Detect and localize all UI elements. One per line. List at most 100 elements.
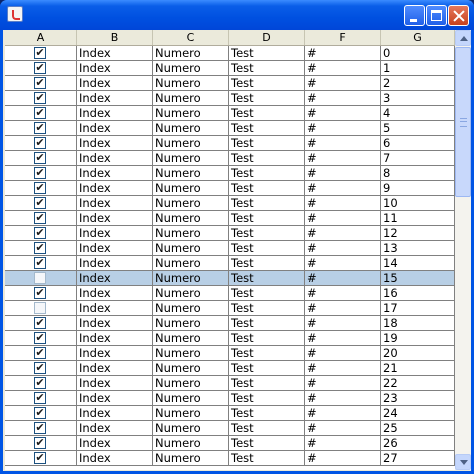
- table-row[interactable]: ✔ Index Numero Test #6: [5, 136, 455, 151]
- cell-c[interactable]: Numero: [153, 196, 229, 211]
- minimize-button[interactable]: [404, 5, 425, 26]
- cell-g[interactable]: 27: [381, 451, 455, 466]
- cell-d[interactable]: Test: [229, 286, 305, 301]
- cell-g[interactable]: 4: [381, 106, 455, 121]
- column-header-g[interactable]: G: [381, 30, 455, 45]
- cell-g[interactable]: 16: [381, 286, 455, 301]
- column-header-d[interactable]: D: [229, 30, 305, 45]
- table-row[interactable]: ✔ Index Numero Test #22: [5, 376, 455, 391]
- table-row[interactable]: ✔ Index Numero Test #16: [5, 286, 455, 301]
- table-row[interactable]: ✔ Index Numero Test #5: [5, 121, 455, 136]
- checkbox-checked[interactable]: ✔: [34, 227, 46, 239]
- cell-d[interactable]: Test: [229, 406, 305, 421]
- table-row[interactable]: ✔ Index Numero Test #4: [5, 106, 455, 121]
- cell-c[interactable]: Numero: [153, 361, 229, 376]
- cell-f[interactable]: #: [305, 151, 381, 166]
- checkbox-unchecked[interactable]: [34, 272, 46, 284]
- cell-c[interactable]: Numero: [153, 256, 229, 271]
- cell-b[interactable]: Index: [77, 46, 153, 61]
- cell-f[interactable]: #: [305, 271, 381, 286]
- checkbox-checked[interactable]: ✔: [34, 437, 46, 449]
- table-row[interactable]: ✔ Index Numero Test #12: [5, 226, 455, 241]
- cell-b[interactable]: Index: [77, 361, 153, 376]
- cell-d[interactable]: Test: [229, 76, 305, 91]
- cell-b[interactable]: Index: [77, 271, 153, 286]
- cell-c[interactable]: Numero: [153, 376, 229, 391]
- cell-b[interactable]: Index: [77, 121, 153, 136]
- checkbox-checked[interactable]: ✔: [34, 212, 46, 224]
- cell-g[interactable]: 17: [381, 301, 455, 316]
- cell-b[interactable]: Index: [77, 436, 153, 451]
- checkbox-checked[interactable]: ✔: [34, 257, 46, 269]
- checkbox-checked[interactable]: ✔: [34, 107, 46, 119]
- cell-b[interactable]: Index: [77, 316, 153, 331]
- cell-f[interactable]: #: [305, 121, 381, 136]
- cell-f[interactable]: #: [305, 241, 381, 256]
- cell-g[interactable]: 2: [381, 76, 455, 91]
- cell-c[interactable]: Numero: [153, 421, 229, 436]
- table-row[interactable]: ✔ Index Numero Test #1: [5, 61, 455, 76]
- checkbox-checked[interactable]: ✔: [34, 152, 46, 164]
- checkbox-checked[interactable]: ✔: [34, 137, 46, 149]
- cell-c[interactable]: Numero: [153, 241, 229, 256]
- cell-g[interactable]: 21: [381, 361, 455, 376]
- cell-g[interactable]: 14: [381, 256, 455, 271]
- checkbox-unchecked[interactable]: [34, 302, 46, 314]
- cell-b[interactable]: Index: [77, 241, 153, 256]
- cell-c[interactable]: Numero: [153, 181, 229, 196]
- cell-d[interactable]: Test: [229, 46, 305, 61]
- cell-b[interactable]: Index: [77, 256, 153, 271]
- cell-f[interactable]: #: [305, 286, 381, 301]
- cell-b[interactable]: Index: [77, 61, 153, 76]
- cell-g[interactable]: 10: [381, 196, 455, 211]
- scroll-up-arrow-icon[interactable]: [455, 30, 471, 46]
- checkbox-checked[interactable]: ✔: [34, 317, 46, 329]
- cell-c[interactable]: Numero: [153, 226, 229, 241]
- cell-g[interactable]: 7: [381, 151, 455, 166]
- cell-c[interactable]: Numero: [153, 286, 229, 301]
- column-header-c[interactable]: C: [153, 30, 229, 45]
- checkbox-checked[interactable]: ✔: [34, 377, 46, 389]
- cell-d[interactable]: Test: [229, 136, 305, 151]
- table-row[interactable]: ✔ Index Numero Test #8: [5, 166, 455, 181]
- cell-c[interactable]: Numero: [153, 391, 229, 406]
- cell-c[interactable]: Numero: [153, 106, 229, 121]
- cell-c[interactable]: Numero: [153, 346, 229, 361]
- column-header-a[interactable]: A: [5, 30, 77, 45]
- cell-b[interactable]: Index: [77, 226, 153, 241]
- cell-g[interactable]: 25: [381, 421, 455, 436]
- cell-b[interactable]: Index: [77, 91, 153, 106]
- checkbox-checked[interactable]: ✔: [34, 92, 46, 104]
- cell-b[interactable]: Index: [77, 421, 153, 436]
- cell-c[interactable]: Numero: [153, 91, 229, 106]
- cell-g[interactable]: 8: [381, 166, 455, 181]
- checkbox-checked[interactable]: ✔: [34, 287, 46, 299]
- checkbox-checked[interactable]: ✔: [34, 392, 46, 404]
- cell-d[interactable]: Test: [229, 226, 305, 241]
- cell-g[interactable]: 5: [381, 121, 455, 136]
- cell-f[interactable]: #: [305, 196, 381, 211]
- cell-g[interactable]: 15: [381, 271, 455, 286]
- cell-f[interactable]: #: [305, 436, 381, 451]
- cell-d[interactable]: Test: [229, 271, 305, 286]
- cell-f[interactable]: #: [305, 376, 381, 391]
- checkbox-checked[interactable]: ✔: [34, 167, 46, 179]
- cell-c[interactable]: Numero: [153, 76, 229, 91]
- cell-d[interactable]: Test: [229, 421, 305, 436]
- cell-f[interactable]: #: [305, 211, 381, 226]
- cell-c[interactable]: Numero: [153, 121, 229, 136]
- cell-c[interactable]: Numero: [153, 406, 229, 421]
- table-row[interactable]: ✔ Index Numero Test #19: [5, 331, 455, 346]
- cell-b[interactable]: Index: [77, 346, 153, 361]
- cell-b[interactable]: Index: [77, 196, 153, 211]
- table-row[interactable]: ✔ Index Numero Test #14: [5, 256, 455, 271]
- cell-d[interactable]: Test: [229, 61, 305, 76]
- cell-f[interactable]: #: [305, 406, 381, 421]
- table-row[interactable]: ✔ Index Numero Test #10: [5, 196, 455, 211]
- cell-c[interactable]: Numero: [153, 436, 229, 451]
- close-button[interactable]: [448, 5, 469, 26]
- cell-f[interactable]: #: [305, 301, 381, 316]
- cell-f[interactable]: #: [305, 331, 381, 346]
- cell-c[interactable]: Numero: [153, 451, 229, 466]
- scroll-down-arrow-icon[interactable]: [455, 454, 471, 470]
